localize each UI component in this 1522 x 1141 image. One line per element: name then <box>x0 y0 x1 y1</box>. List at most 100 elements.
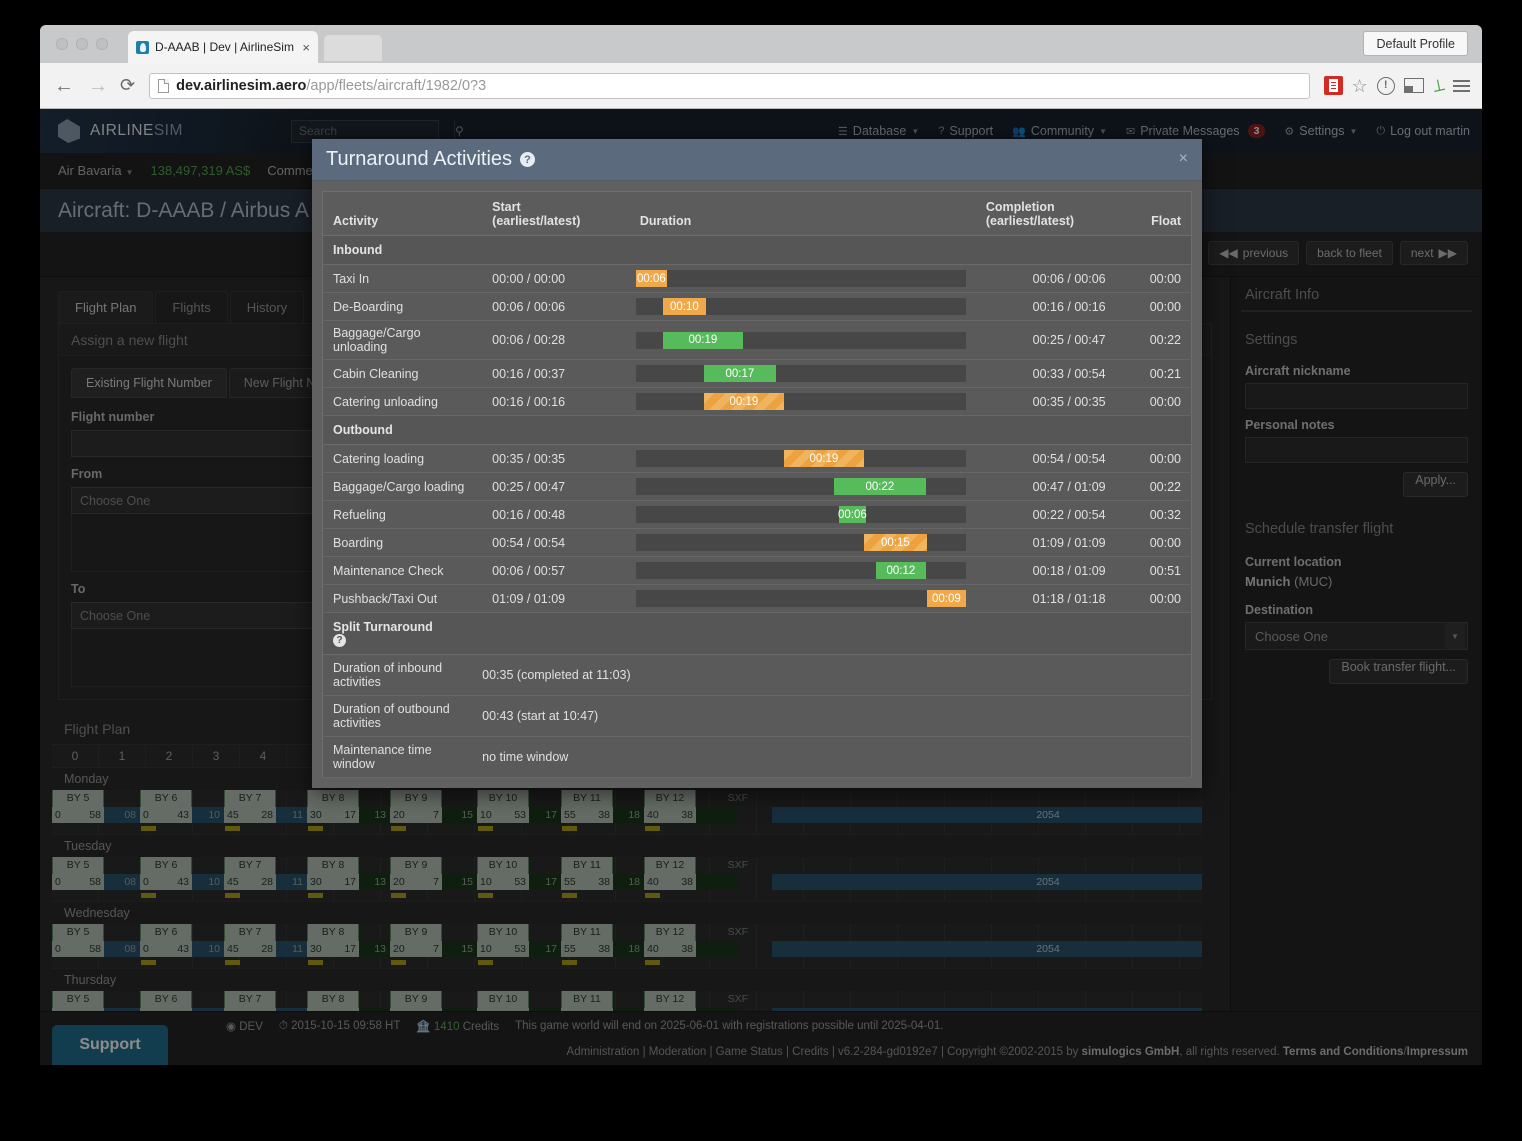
new-tab-button[interactable] <box>324 35 382 61</box>
activity-float: 00:00 <box>1116 585 1192 613</box>
activity-float: 00:00 <box>1116 445 1192 473</box>
activity-float: 00:51 <box>1116 557 1192 585</box>
duration-bar[interactable]: 00:06 <box>636 270 667 287</box>
eyedropper-icon[interactable]: ⟂ <box>1431 76 1446 95</box>
activity-duration-cell: 00:06 <box>630 265 976 293</box>
duration-bar[interactable]: 00:19 <box>704 393 784 410</box>
minimize-window-button[interactable] <box>76 38 88 50</box>
duration-bar[interactable]: 00:19 <box>784 450 864 467</box>
activity-duration-cell: 00:10 <box>630 293 976 321</box>
activity-name: Catering loading <box>323 445 483 473</box>
duration-bar[interactable]: 00:09 <box>927 590 966 607</box>
cast-icon[interactable] <box>1404 78 1424 93</box>
url-path: /app/fleets/aircraft/1982/0?3 <box>306 78 486 94</box>
activity-duration-cell: 00:12 <box>630 557 976 585</box>
activity-float: 00:00 <box>1116 293 1192 321</box>
duration-track: 00:10 <box>636 298 966 315</box>
split-label: Maintenance time window <box>323 737 483 778</box>
duration-track: 00:19 <box>636 393 966 410</box>
table-row: Catering unloading00:16 / 00:1600:1900:3… <box>323 388 1192 416</box>
split-value: 00:35 (completed at 11:03) <box>482 655 1191 696</box>
activity-start: 00:06 / 00:28 <box>482 321 630 360</box>
window-controls[interactable] <box>56 38 108 50</box>
close-icon[interactable]: × <box>1179 151 1188 167</box>
favicon-icon <box>136 41 149 54</box>
back-icon[interactable]: ← <box>52 76 76 96</box>
section-label: Inbound <box>323 236 1192 265</box>
address-bar[interactable]: dev.airlinesim.aero/app/fleets/aircraft/… <box>149 73 1309 99</box>
split-value: 00:43 (start at 10:47) <box>482 696 1191 737</box>
activity-name: Cabin Cleaning <box>323 360 483 388</box>
activity-completion: 00:47 / 01:09 <box>976 473 1116 501</box>
table-row: Cabin Cleaning00:16 / 00:3700:1700:33 / … <box>323 360 1192 388</box>
duration-bar[interactable]: 00:17 <box>704 365 776 382</box>
help-icon[interactable]: ? <box>520 152 535 167</box>
split-row: Maintenance time windowno time window <box>323 737 1192 778</box>
activity-start: 00:06 / 00:06 <box>482 293 630 321</box>
duration-bar[interactable]: 00:06 <box>839 506 866 523</box>
info-icon[interactable]: ! <box>1377 77 1395 95</box>
activity-name: Baggage/Cargo loading <box>323 473 483 501</box>
activity-float: 00:00 <box>1116 388 1192 416</box>
forward-icon[interactable]: → <box>86 76 110 96</box>
duration-track: 00:19 <box>636 332 966 349</box>
reload-icon[interactable]: ⟳ <box>120 75 135 96</box>
activity-completion: 01:09 / 01:09 <box>976 529 1116 557</box>
activity-start: 00:16 / 00:16 <box>482 388 630 416</box>
activity-name: Refueling <box>323 501 483 529</box>
activity-completion: 00:54 / 00:54 <box>976 445 1116 473</box>
activity-completion: 01:18 / 01:18 <box>976 585 1116 613</box>
activity-completion: 00:16 / 00:16 <box>976 293 1116 321</box>
browser-tab[interactable]: D-AAAB | Dev | AirlineSim × <box>128 31 318 63</box>
duration-track: 00:15 <box>636 534 966 551</box>
activity-completion: 00:35 / 00:35 <box>976 388 1116 416</box>
hamburger-menu-icon[interactable] <box>1453 80 1470 92</box>
bookmark-star-icon[interactable]: ☆ <box>1352 77 1368 95</box>
activity-duration-cell: 00:17 <box>630 360 976 388</box>
col-float: .Float <box>1116 192 1192 236</box>
table-row: Baggage/Cargo unloading00:06 / 00:28 00:1… <box>323 321 1192 360</box>
activities-table: Activity Start(earliest/latest) .Duratio… <box>322 191 1192 778</box>
section-label: Outbound <box>323 416 1192 445</box>
duration-bar[interactable]: 00:19 <box>663 332 743 349</box>
extension-icon[interactable] <box>1324 76 1343 95</box>
modal-title: Turnaround Activities ? <box>326 148 535 171</box>
activity-start: 00:06 / 00:57 <box>482 557 630 585</box>
activity-float: 00:22 <box>1116 321 1192 360</box>
maximize-window-button[interactable] <box>96 38 108 50</box>
duration-track: 00:22 <box>636 478 966 495</box>
activity-completion: 00:25 / 00:47 <box>976 321 1116 360</box>
help-icon[interactable]: ? <box>333 634 346 647</box>
close-window-button[interactable] <box>56 38 68 50</box>
duration-bar[interactable]: 00:10 <box>663 298 706 315</box>
table-row: Maintenance Check00:06 / 00:5700:1200:18… <box>323 557 1192 585</box>
airlinesim-page: AIRLINESIM ⚲ ☰Database▼ ?Support 👥Commun… <box>40 109 1482 1065</box>
table-row: Catering loading00:35 / 00:35 00:19 00:54 … <box>323 445 1192 473</box>
duration-bar[interactable]: 00:15 <box>864 534 927 551</box>
toolbar-icons: ☆ ! ⟂ <box>1324 76 1470 95</box>
close-tab-icon[interactable]: × <box>302 41 310 54</box>
table-row: Refueling00:16 / 00:4800:0600:22 / 00:54… <box>323 501 1192 529</box>
activity-duration-cell: 00:09 <box>630 585 976 613</box>
browser-toolbar: ← → ⟳ dev.airlinesim.aero/app/fleets/air… <box>40 63 1482 109</box>
duration-bar[interactable]: 00:12 <box>876 562 926 579</box>
activity-float: 00:00 <box>1116 265 1192 293</box>
activity-start: 00:25 / 00:47 <box>482 473 630 501</box>
activity-duration-cell: 00:15 <box>630 529 976 557</box>
turnaround-activities-modal: Turnaround Activities ? × Activity Start… <box>312 139 1202 788</box>
activity-duration-cell: 00:06 <box>630 501 976 529</box>
col-completion: Completion(earliest/latest) <box>976 192 1116 236</box>
duration-track: 00:06 <box>636 506 966 523</box>
profile-button[interactable]: Default Profile <box>1363 31 1468 56</box>
tab-title: D-AAAB | Dev | AirlineSim <box>155 40 296 54</box>
activity-name: Pushback/Taxi Out <box>323 585 483 613</box>
activity-start: 01:09 / 01:09 <box>482 585 630 613</box>
duration-bar[interactable]: 00:22 <box>834 478 926 495</box>
section-row-inbound: Inbound <box>323 236 1192 265</box>
url-host: dev.airlinesim.aero <box>176 78 306 94</box>
table-row: Pushback/Taxi Out01:09 / 01:09 00:09 01:18… <box>323 585 1192 613</box>
activity-start: 00:35 / 00:35 <box>482 445 630 473</box>
activity-name: Baggage/Cargo unloading <box>323 321 483 360</box>
col-activity: Activity <box>323 192 483 236</box>
page-info-icon[interactable] <box>158 79 169 93</box>
